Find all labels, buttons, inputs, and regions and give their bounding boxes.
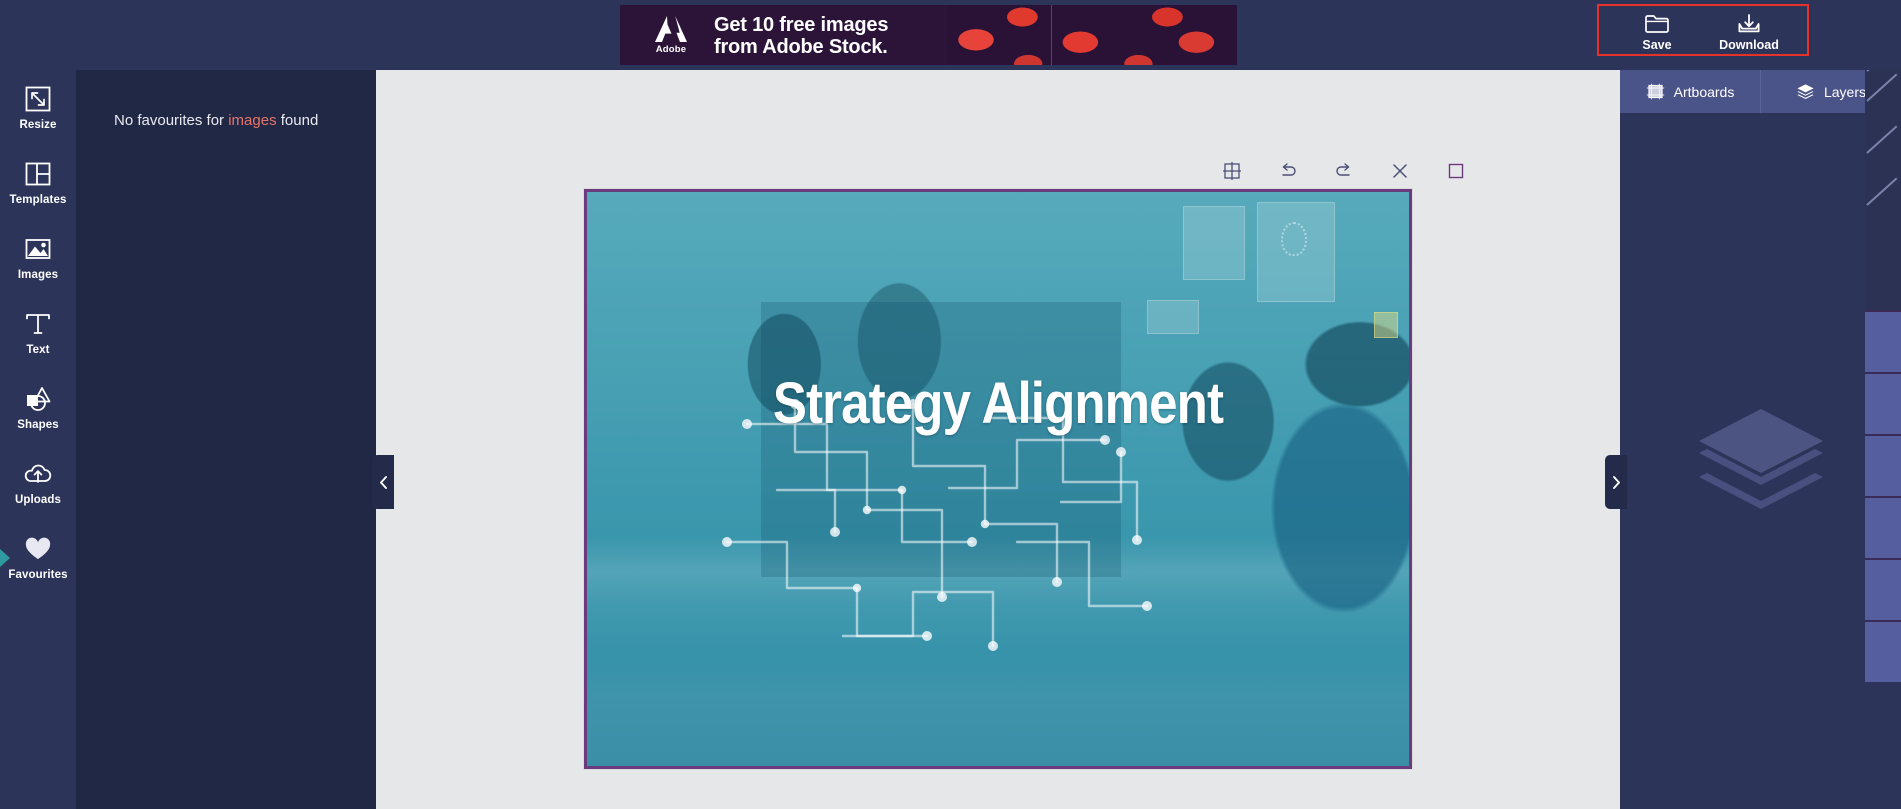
wall-poster	[1147, 300, 1199, 334]
edge-list-item[interactable]	[1865, 310, 1901, 372]
wall-poster	[1183, 206, 1245, 280]
sidebar-item-uploads[interactable]: Uploads	[0, 445, 76, 520]
templates-icon	[25, 162, 51, 186]
wall-sticky-note	[1374, 312, 1398, 338]
sidebar-item-label: Resize	[19, 119, 57, 131]
empty-message-suffix: found	[276, 112, 319, 129]
sidebar-item-images[interactable]: Images	[0, 220, 76, 295]
canvas-workspace: Strategy Alignment	[376, 70, 1620, 809]
layers-placeholder-icon	[1698, 409, 1823, 509]
right-panel-tabs: Artboards Layers	[1620, 70, 1901, 113]
crop-button[interactable]	[1445, 160, 1467, 182]
shapes-icon	[27, 387, 51, 411]
edge-list-item[interactable]	[1865, 558, 1901, 620]
download-icon	[1738, 13, 1760, 32]
sidebar-item-shapes[interactable]: Shapes	[0, 370, 76, 445]
adobe-logo: Adobe	[642, 15, 700, 57]
ad-leaf-pattern	[947, 5, 1237, 65]
chevron-right-icon	[1612, 475, 1620, 489]
artboard-icon	[1646, 83, 1664, 100]
tab-artboards[interactable]: Artboards	[1620, 70, 1761, 113]
sidebar-item-label: Favourites	[8, 569, 68, 581]
sidebar-item-favourites[interactable]: Favourites	[0, 520, 76, 595]
adobe-logo-wordmark: Adobe	[655, 44, 687, 55]
right-panel-body	[1620, 113, 1901, 809]
undo-button[interactable]	[1277, 160, 1299, 182]
grid-icon	[1223, 162, 1241, 180]
chevron-left-icon	[379, 475, 387, 489]
top-bar: Adobe Get 10 free images from Adobe Stoc…	[0, 0, 1901, 70]
folder-icon	[1645, 14, 1669, 33]
sidebar-item-resize[interactable]: Resize	[0, 70, 76, 145]
sidebar-item-label: Templates	[9, 194, 67, 206]
empty-message-highlight: images	[228, 112, 277, 129]
close-icon	[1393, 164, 1407, 178]
close-button[interactable]	[1389, 160, 1411, 182]
right-edge-clipped-panel[interactable]	[1865, 70, 1901, 809]
lightbulb-graphic	[1281, 222, 1307, 256]
tab-layers-label: Layers	[1823, 83, 1867, 100]
download-button[interactable]: Download	[1703, 10, 1795, 54]
text-icon	[26, 314, 50, 334]
redo-icon	[1336, 163, 1350, 176]
save-button[interactable]: Save	[1611, 10, 1703, 54]
edge-list-item[interactable]	[1865, 372, 1901, 434]
app-root: Adobe Get 10 free images from Adobe Stoc…	[0, 0, 1901, 809]
ad-headline-line1: Get 10 free images	[714, 14, 889, 36]
artboard-canvas[interactable]: Strategy Alignment	[584, 189, 1412, 769]
resize-icon	[25, 86, 51, 112]
collapse-left-panel-handle[interactable]	[372, 455, 394, 509]
sidebar-item-templates[interactable]: Templates	[0, 145, 76, 220]
crop-icon	[1448, 163, 1464, 179]
redo-button[interactable]	[1333, 160, 1355, 182]
expand-right-panel-handle[interactable]	[1605, 455, 1627, 509]
grid-tool-button[interactable]	[1221, 160, 1243, 182]
sidebar-item-label: Images	[17, 269, 59, 281]
tab-artboards-label: Artboards	[1673, 83, 1735, 100]
top-actions-highlight-box: Save Download	[1597, 4, 1809, 56]
empty-message-prefix: No favourites for	[114, 112, 229, 129]
ad-headline: Get 10 free images from Adobe Stock.	[714, 14, 888, 58]
undo-icon	[1282, 163, 1296, 176]
left-tool-rail: Resize Templates Images Text Shapes Uplo…	[0, 70, 76, 809]
canvas-toolbar	[1221, 160, 1467, 182]
sidebar-item-text[interactable]: Text	[0, 295, 76, 370]
heart-icon	[25, 537, 51, 559]
ad-headline-line2: from Adobe Stock.	[714, 36, 888, 58]
edge-list-item[interactable]	[1865, 496, 1901, 558]
top-bar-left-spacer	[0, 0, 620, 70]
sidebar-item-label: Shapes	[17, 419, 59, 431]
right-panel: Artboards Layers	[1620, 0, 1901, 809]
sidebar-item-label: Uploads	[14, 494, 62, 506]
edge-list-item[interactable]	[1865, 620, 1901, 682]
uploads-icon	[24, 464, 52, 483]
download-button-label: Download	[1719, 37, 1779, 52]
artboard-headline[interactable]: Strategy Alignment	[636, 370, 1359, 437]
images-icon	[25, 239, 51, 259]
sidebar-item-label: Text	[26, 344, 50, 356]
favourites-empty-message: No favourites for images found	[114, 112, 376, 129]
left-content-panel: No favourites for images found	[76, 70, 376, 809]
adobe-stock-ad-banner[interactable]: Adobe Get 10 free images from Adobe Stoc…	[620, 5, 1237, 65]
save-button-label: Save	[1642, 37, 1672, 52]
layers-icon	[1797, 84, 1814, 99]
edge-list-item[interactable]	[1865, 434, 1901, 496]
